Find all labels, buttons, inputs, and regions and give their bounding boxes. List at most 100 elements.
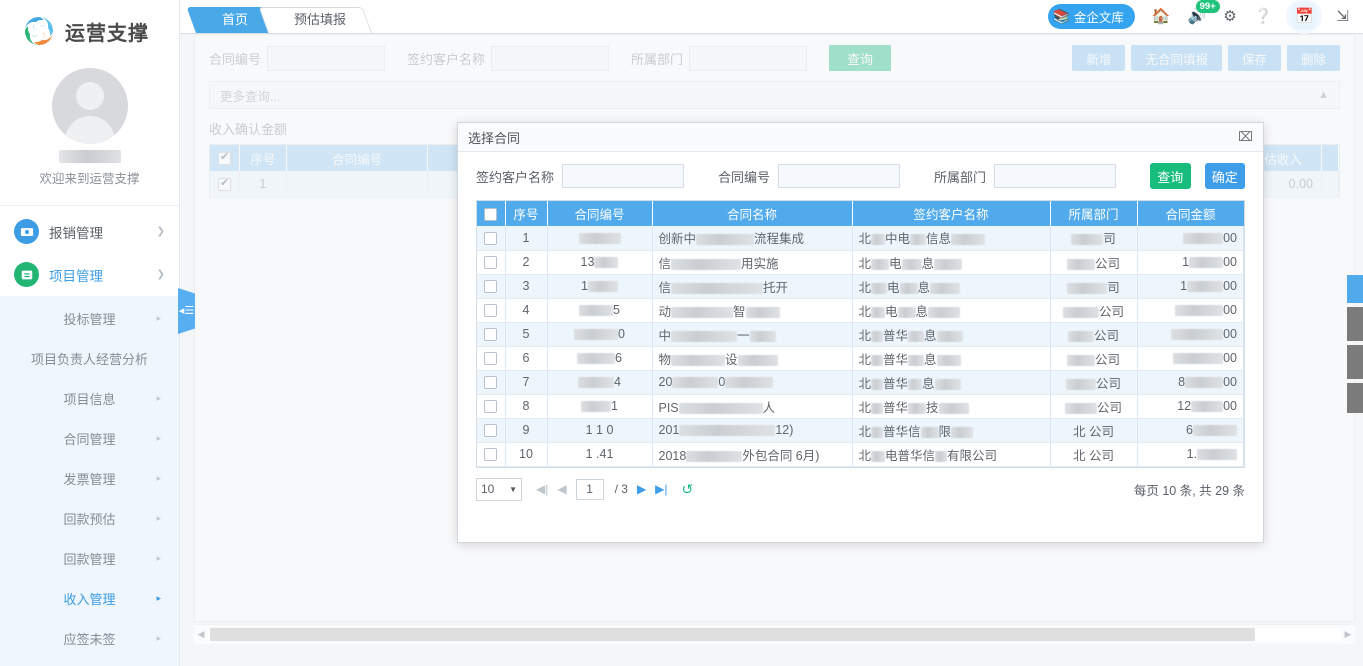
checkbox-icon[interactable]	[484, 352, 498, 366]
checkbox-icon[interactable]	[218, 176, 231, 191]
checkbox-icon[interactable]	[484, 304, 498, 318]
delete-button[interactable]: 删除	[1286, 45, 1340, 71]
checkbox-icon[interactable]	[484, 424, 498, 438]
checkbox-icon[interactable]	[484, 328, 498, 342]
first-page-icon[interactable]: ◀|	[536, 482, 548, 496]
scroll-right-icon[interactable]: ▶	[1341, 629, 1355, 640]
page-number-input[interactable]	[575, 478, 604, 500]
right-tab-3[interactable]	[1347, 345, 1363, 379]
chevron-right-icon: ▸	[156, 592, 161, 603]
checkbox-icon[interactable]	[484, 448, 498, 462]
row-checkbox-cell[interactable]	[477, 322, 506, 347]
logout-icon[interactable]: ⇲	[1336, 7, 1349, 25]
table-row[interactable]: 3 1 信托开 北电息 司 1 00	[477, 274, 1244, 299]
table-row[interactable]: 10 1 .41 2018 外包合同 6月) 北电普华信 有限公司 北 公司 1.	[477, 442, 1244, 467]
horizontal-scrollbar[interactable]: ◀ ▶	[194, 624, 1355, 644]
checkbox-icon[interactable]	[484, 376, 498, 390]
col-contract-no: 合同编号	[286, 145, 429, 171]
sidebar-subitem-payment-mgmt[interactable]: 回款管理 ▸	[0, 538, 179, 578]
row-checkbox-cell[interactable]	[477, 370, 506, 395]
right-tab-primary[interactable]	[1347, 275, 1363, 303]
select-all-header[interactable]	[477, 201, 506, 226]
sidebar-subitem-bidding[interactable]: 投标管理 ▸	[0, 298, 179, 338]
table-row[interactable]: 5 0 中一 北普华息 公司 00	[477, 322, 1244, 347]
field-department: 所属部门	[631, 45, 808, 71]
sidebar-subitem-manager-analysis[interactable]: 项目负责人经营分析	[0, 338, 179, 378]
row-checkbox-cell[interactable]	[477, 394, 506, 419]
scroll-left-icon[interactable]: ◀	[194, 629, 208, 640]
row-checkbox-cell[interactable]	[210, 171, 240, 198]
sidebar-item-expense[interactable]: 报销管理 ❯	[0, 210, 179, 253]
checkbox-icon[interactable]	[484, 207, 498, 221]
dialog-contract-no-input[interactable]	[778, 164, 901, 188]
collapse-arrow-icon: ◂☰	[178, 304, 195, 317]
sidebar-subitem-forecast-contract[interactable]: 预估合同 ▸	[0, 658, 179, 666]
last-page-icon[interactable]: ▶|	[655, 482, 667, 496]
checkbox-icon[interactable]	[484, 256, 498, 270]
library-icon: 📚	[1052, 7, 1070, 24]
cell-index: 9	[505, 418, 548, 443]
dialog-confirm-button[interactable]: 确定	[1204, 163, 1245, 189]
contract-no-input[interactable]	[267, 45, 386, 71]
refresh-icon[interactable]: ↺	[682, 481, 694, 498]
checkbox-icon[interactable]	[218, 150, 231, 166]
table-row[interactable]: 6 6 物设 北普华息 公司 00	[477, 346, 1244, 371]
row-checkbox-cell[interactable]	[477, 298, 506, 323]
table-row[interactable]: 9 1 1 0 201 12) 北普华信限 北 公司 6	[477, 418, 1244, 443]
row-checkbox-cell[interactable]	[477, 226, 506, 251]
row-checkbox-cell[interactable]	[477, 346, 506, 371]
sidebar-subitem-contract[interactable]: 合同管理 ▸	[0, 418, 179, 458]
sidebar-subitem-invoice[interactable]: 发票管理 ▸	[0, 458, 179, 498]
customer-name-input[interactable]	[491, 45, 610, 71]
department-input[interactable]	[689, 45, 808, 71]
sidebar-subitem-unsigned[interactable]: 应签未签 ▸	[0, 618, 179, 658]
table-row[interactable]: 1 创新中 流程集成 北中电 信息 司 00	[477, 226, 1244, 251]
sidebar-collapse-handle[interactable]: ◂☰	[178, 288, 195, 334]
calendar-icon[interactable]: 📅	[1289, 1, 1320, 31]
sidebar-subitem-label: 收入管理	[63, 591, 116, 607]
sidebar-subitem-project-info[interactable]: 项目信息 ▸	[0, 378, 179, 418]
page-size-select[interactable]: 10 ▼	[476, 477, 522, 501]
dialog-customer-input[interactable]	[562, 164, 685, 188]
row-checkbox-cell[interactable]	[477, 418, 506, 443]
home-icon[interactable]: 🏠	[1152, 7, 1171, 25]
help-icon[interactable]: ❔	[1254, 7, 1273, 25]
sidebar-subitem-income-mgmt[interactable]: 收入管理 ▸	[0, 578, 179, 618]
row-checkbox-cell[interactable]	[477, 442, 506, 467]
right-tab-4[interactable]	[1347, 383, 1363, 413]
table-row[interactable]: 2 13 信用实施 北电息 公司 1 00	[477, 250, 1244, 275]
row-checkbox-cell[interactable]	[477, 274, 506, 299]
field-customer-name: 签约客户名称	[407, 45, 610, 71]
add-button[interactable]: 新增	[1072, 45, 1126, 71]
close-icon[interactable]: ⌧	[1238, 129, 1253, 145]
no-contract-report-button[interactable]: 无合同填报	[1131, 45, 1222, 71]
gear-icon[interactable]: ⚙	[1223, 7, 1236, 25]
cell-contract-name: 创新中 流程集成	[652, 226, 853, 251]
speaker-icon[interactable]: 🔊 99+	[1188, 0, 1220, 25]
scrollbar-thumb[interactable]	[210, 628, 1255, 641]
right-tab-2[interactable]	[1347, 307, 1363, 341]
checkbox-icon[interactable]	[484, 400, 498, 414]
table-row[interactable]: 7 4 20 0 北普华息 公司 8 00	[477, 370, 1244, 395]
search-button[interactable]: 查询	[829, 45, 892, 71]
avatar[interactable]	[51, 68, 128, 144]
sidebar-subitem-payment-forecast[interactable]: 回款预估 ▸	[0, 498, 179, 538]
checkbox-icon[interactable]	[484, 280, 498, 294]
select-all-header[interactable]	[210, 145, 240, 171]
checkbox-icon[interactable]	[484, 231, 498, 245]
library-badge[interactable]: 📚 金企文库	[1048, 3, 1135, 29]
dialog-query-button[interactable]: 查询	[1150, 163, 1191, 189]
sidebar-item-project[interactable]: 项目管理 ❯	[0, 253, 179, 296]
cell-contract-no	[547, 226, 653, 251]
tab-forecast-report[interactable]: 预估填报	[258, 7, 373, 33]
dialog-department-input[interactable]	[994, 164, 1117, 188]
scrollbar-track[interactable]	[208, 628, 1341, 641]
save-button[interactable]: 保存	[1227, 45, 1281, 71]
prev-page-icon[interactable]: ◀	[557, 482, 566, 496]
cell-contract-no: 1 .41	[547, 442, 653, 467]
table-row[interactable]: 8 1 PIS 人 北普华技 公司 12 00	[477, 394, 1244, 419]
table-row[interactable]: 4 5 动智 北电息 公司 00	[477, 298, 1244, 323]
next-page-icon[interactable]: ▶	[637, 482, 646, 496]
more-query-bar[interactable]: 更多查询... ▲	[209, 81, 1340, 109]
row-checkbox-cell[interactable]	[477, 250, 506, 275]
